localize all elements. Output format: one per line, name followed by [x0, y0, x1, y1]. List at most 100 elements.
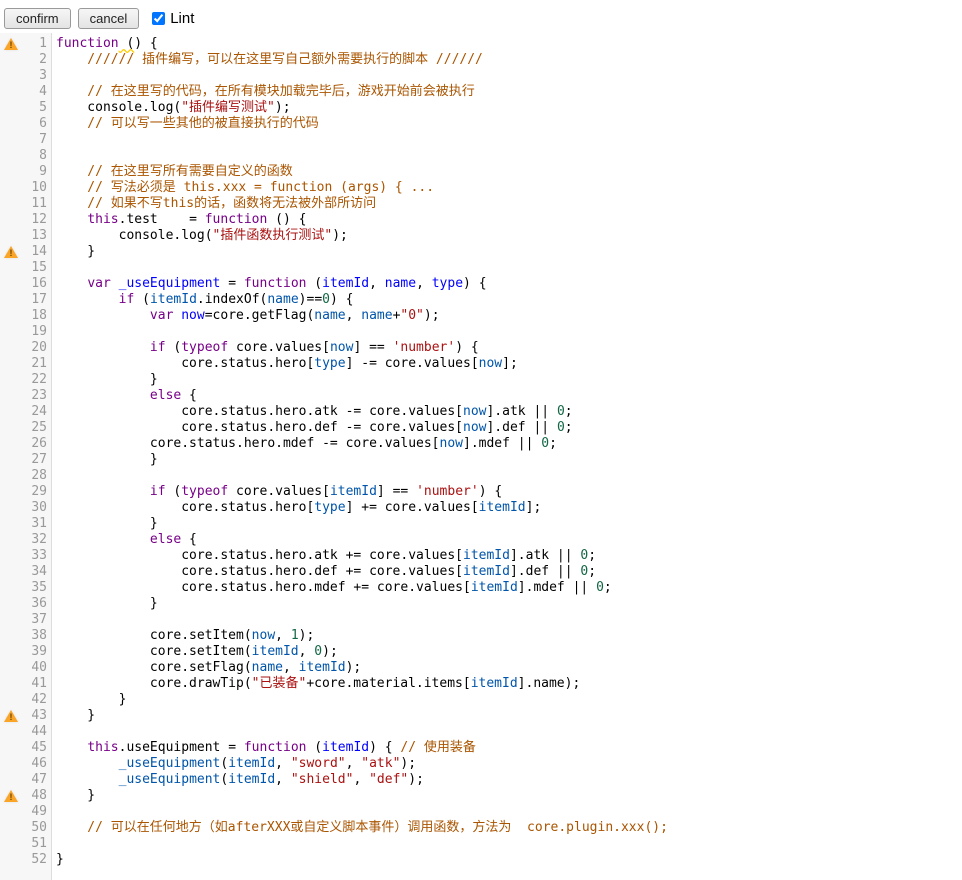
code-text: if (itemId.indexOf(name)==0) {	[52, 292, 353, 308]
code-text: var _useEquipment = function (itemId, na…	[52, 276, 487, 292]
code-line[interactable]: 51	[0, 836, 962, 852]
code-line[interactable]: 36 }	[0, 596, 962, 612]
code-text: // 如果不写this的话，函数将无法被外部所访问	[52, 196, 376, 212]
code-line[interactable]: 33 core.status.hero.atk += core.values[i…	[0, 548, 962, 564]
code-text: // 在这里写所有需要自定义的函数	[52, 164, 293, 180]
code-line[interactable]: 43 }	[0, 708, 962, 724]
line-number: 32	[22, 532, 52, 548]
line-gutter: 19	[0, 324, 52, 340]
code-line[interactable]: 2 ////// 插件编写，可以在这里写自己额外需要执行的脚本 //////	[0, 52, 962, 68]
lint-marker-slot	[0, 308, 22, 324]
code-line[interactable]: 38 core.setItem(now, 1);	[0, 628, 962, 644]
code-line[interactable]: 49	[0, 804, 962, 820]
line-gutter: 25	[0, 420, 52, 436]
code-line[interactable]: 52}	[0, 852, 962, 868]
code-line[interactable]: 19	[0, 324, 962, 340]
code-line[interactable]: 35 core.status.hero.mdef += core.values[…	[0, 580, 962, 596]
code-line[interactable]: 42 }	[0, 692, 962, 708]
line-gutter: 9	[0, 164, 52, 180]
code-line[interactable]: 37	[0, 612, 962, 628]
code-line[interactable]: 16 var _useEquipment = function (itemId,…	[0, 276, 962, 292]
line-gutter: 23	[0, 388, 52, 404]
code-line[interactable]: 20 if (typeof core.values[now] == 'numbe…	[0, 340, 962, 356]
code-line[interactable]: 14 }	[0, 244, 962, 260]
lint-marker-slot	[0, 532, 22, 548]
lint-marker-slot	[0, 212, 22, 228]
line-number: 6	[22, 116, 52, 132]
code-line[interactable]: 31 }	[0, 516, 962, 532]
code-line[interactable]: 11 // 如果不写this的话，函数将无法被外部所访问	[0, 196, 962, 212]
line-gutter: 35	[0, 580, 52, 596]
code-text: core.status.hero.def -= core.values[now]…	[52, 420, 573, 436]
code-line[interactable]: 48 }	[0, 788, 962, 804]
warning-triangle-icon[interactable]	[4, 710, 18, 722]
code-line[interactable]: 34 core.status.hero.def += core.values[i…	[0, 564, 962, 580]
code-line[interactable]: 39 core.setItem(itemId, 0);	[0, 644, 962, 660]
lint-marker-slot	[0, 164, 22, 180]
code-line[interactable]: 1function () {	[0, 36, 962, 52]
line-gutter: 13	[0, 228, 52, 244]
line-number: 7	[22, 132, 52, 148]
code-line[interactable]: 45 this.useEquipment = function (itemId)…	[0, 740, 962, 756]
code-line[interactable]: 6 // 可以写一些其他的被直接执行的代码	[0, 116, 962, 132]
line-gutter: 17	[0, 292, 52, 308]
code-editor[interactable]: 1function () {2 ////// 插件编写，可以在这里写自己额外需要…	[0, 33, 962, 880]
warning-triangle-icon[interactable]	[4, 246, 18, 258]
code-line[interactable]: 50 // 可以在任何地方（如afterXXX或自定义脚本事件）调用函数，方法为…	[0, 820, 962, 836]
code-text: core.status.hero.mdef += core.values[ite…	[52, 580, 612, 596]
code-line[interactable]: 44	[0, 724, 962, 740]
line-number: 38	[22, 628, 52, 644]
code-line[interactable]: 9 // 在这里写所有需要自定义的函数	[0, 164, 962, 180]
code-line[interactable]: 24 core.status.hero.atk -= core.values[n…	[0, 404, 962, 420]
line-number: 17	[22, 292, 52, 308]
warning-triangle-icon[interactable]	[4, 38, 18, 50]
line-gutter: 14	[0, 244, 52, 260]
code-line[interactable]: 27 }	[0, 452, 962, 468]
line-number: 4	[22, 84, 52, 100]
code-line[interactable]: 47 _useEquipment(itemId, "shield", "def"…	[0, 772, 962, 788]
code-line[interactable]: 29 if (typeof core.values[itemId] == 'nu…	[0, 484, 962, 500]
code-line[interactable]: 7	[0, 132, 962, 148]
code-line[interactable]: 17 if (itemId.indexOf(name)==0) {	[0, 292, 962, 308]
code-line[interactable]: 40 core.setFlag(name, itemId);	[0, 660, 962, 676]
line-number: 12	[22, 212, 52, 228]
code-line[interactable]: 5 console.log("插件编写测试");	[0, 100, 962, 116]
line-number: 37	[22, 612, 52, 628]
code-line[interactable]: 46 _useEquipment(itemId, "sword", "atk")…	[0, 756, 962, 772]
line-number: 28	[22, 468, 52, 484]
code-line[interactable]: 21 core.status.hero[type] -= core.values…	[0, 356, 962, 372]
code-text: console.log("插件编写测试");	[52, 100, 291, 116]
lint-checkbox[interactable]	[152, 12, 165, 25]
code-text	[52, 260, 56, 276]
lint-marker-slot	[0, 644, 22, 660]
line-number: 10	[22, 180, 52, 196]
code-line[interactable]: 10 // 写法必须是 this.xxx = function (args) {…	[0, 180, 962, 196]
line-gutter: 21	[0, 356, 52, 372]
editor-toolbar: confirm cancel Lint	[0, 0, 962, 33]
code-line[interactable]: 15	[0, 260, 962, 276]
lint-marker-slot	[0, 340, 22, 356]
code-line[interactable]: 12 this.test = function () {	[0, 212, 962, 228]
code-line[interactable]: 8	[0, 148, 962, 164]
warning-triangle-icon[interactable]	[4, 790, 18, 802]
code-text: this.test = function () {	[52, 212, 306, 228]
code-line[interactable]: 3	[0, 68, 962, 84]
code-text: core.setItem(now, 1);	[52, 628, 314, 644]
code-line[interactable]: 32 else {	[0, 532, 962, 548]
code-line[interactable]: 30 core.status.hero[type] += core.values…	[0, 500, 962, 516]
code-line[interactable]: 13 console.log("插件函数执行测试");	[0, 228, 962, 244]
code-line[interactable]: 26 core.status.hero.mdef -= core.values[…	[0, 436, 962, 452]
lint-toggle[interactable]: Lint	[152, 10, 194, 27]
code-line[interactable]: 22 }	[0, 372, 962, 388]
code-line[interactable]: 25 core.status.hero.def -= core.values[n…	[0, 420, 962, 436]
code-line[interactable]: 23 else {	[0, 388, 962, 404]
lint-marker-slot	[0, 804, 22, 820]
cancel-button[interactable]: cancel	[78, 8, 140, 29]
code-text: }	[52, 708, 95, 724]
code-line[interactable]: 4 // 在这里写的代码，在所有模块加载完毕后，游戏开始前会被执行	[0, 84, 962, 100]
code-line[interactable]: 28	[0, 468, 962, 484]
confirm-button[interactable]: confirm	[4, 8, 71, 29]
code-line[interactable]: 41 core.drawTip("已装备"+core.material.item…	[0, 676, 962, 692]
line-gutter: 8	[0, 148, 52, 164]
code-line[interactable]: 18 var now=core.getFlag(name, name+"0");	[0, 308, 962, 324]
